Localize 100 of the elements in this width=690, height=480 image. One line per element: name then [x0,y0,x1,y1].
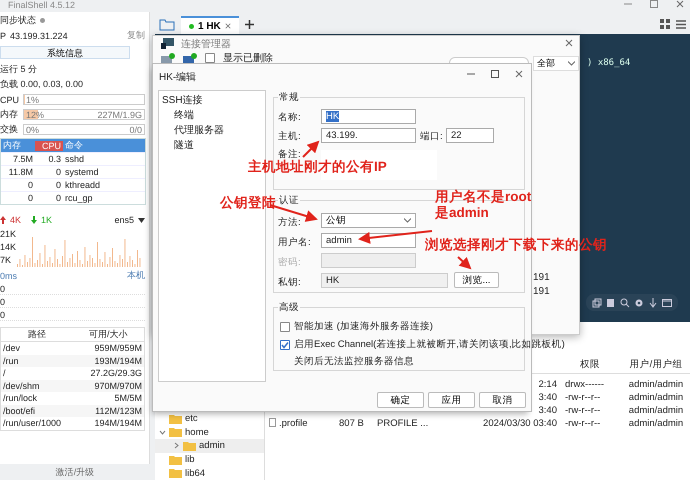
copy-icon[interactable] [592,298,602,308]
filter-dropdown[interactable]: 全部 [533,56,579,71]
close-icon[interactable] [224,23,231,29]
axis-label: 14K [0,242,14,252]
folder-icon [169,468,182,478]
browse-button[interactable]: 浏览... [454,272,499,288]
permissions-cell-text: -rw-r--r-- [564,392,602,403]
method-dropdown[interactable]: 公钥 [321,213,416,228]
activate-link[interactable]: 激活/升级 [56,467,94,477]
table-cell-text: 0 [54,167,62,177]
meter-label: 内存 [0,108,19,121]
system-info-button[interactable]: 系统信息 [0,46,130,59]
maximize-icon[interactable] [650,0,658,8]
table-cell-text: kthreadd [64,180,102,190]
dialog-title: HK-编辑 [159,70,196,84]
table-cell: 193M/194M [94,356,142,366]
chevron-icon [568,61,575,66]
checkbox[interactable] [205,53,215,63]
session-tab[interactable]: 1 HK [181,16,239,34]
dialog-button[interactable]: 确定 [377,392,424,408]
down-arrow-icon[interactable] [648,298,658,308]
ping-value: 0 [0,297,145,308]
folder-tree-item[interactable]: lib [155,452,264,466]
folder-tree-item[interactable]: etc [155,412,264,426]
dropdown-caret-icon[interactable] [138,218,145,222]
window-title: 连接管理器 [181,38,231,51]
table-cell: /run/user/1000 [3,418,62,428]
modified-time: 2024/03/30 03:40 [483,418,557,429]
table-cell: 194M/194M [94,418,142,428]
table-cell-text: 11.8M [8,167,34,177]
permissions-cell-text: drwx------ [564,379,606,390]
column-header[interactable]: 用户/用户组 [623,358,689,371]
settings-icon[interactable] [634,298,644,308]
permissions-cell-text: -rw-r--r-- [564,418,602,429]
tree-item[interactable]: 代理服务器 [162,123,262,137]
annotation-arrow [302,140,320,158]
add-server-icon[interactable] [161,53,175,63]
table-cell-text: systemd [64,167,100,177]
table-cell-text: 0.3 [47,154,62,164]
close-icon[interactable] [515,70,523,78]
uptime-text: 运行 5 分 [0,63,38,76]
meter-detail: 0/0 [129,124,142,134]
password-field[interactable] [321,253,416,268]
dialog-button[interactable]: 应用 [428,392,475,408]
column-header[interactable]: CPU [35,140,63,150]
search-icon[interactable] [620,298,630,308]
grid-icon[interactable] [660,19,670,29]
window-icon[interactable] [662,298,672,308]
terminal-line: ) x86_64 [587,58,632,68]
load-text: 负载 0.00, 0.03, 0.00 [0,78,84,91]
modified-time: 3:40 [538,405,557,416]
folder-tree-item[interactable]: admin [155,439,264,453]
modified-time: 2:14 [538,379,557,390]
add-folder-icon[interactable] [183,53,197,63]
private-key-field[interactable]: HK [321,273,448,288]
meter-label: CPU [0,94,20,104]
table-cell: 970M/970M [94,380,142,391]
tree-item[interactable]: 终端 [162,108,262,122]
meter-detail: 227M/1.9G [97,110,142,120]
ping-unit: 0ms [0,270,18,280]
app-title: FinalShell 4.5.12 [8,0,76,10]
checkbox-label: 显示已删除 [223,52,273,65]
group-title: 常规 [278,91,300,104]
table-cell: 959M/959M [94,343,142,354]
file-name[interactable]: .profile [279,418,308,429]
close-icon[interactable] [676,0,684,8]
tree-item[interactable]: SSH连接 [162,93,262,107]
folder-icon[interactable] [159,19,175,31]
field-label: 私钥: [278,276,301,289]
download-speed: 1K [41,215,52,225]
table-cell: /boot/efi [3,406,36,416]
column-header: 路径 [26,328,47,341]
option-label: 启用Exec Channel(若连接上就被断开,请关闭该项,比如跳板机) [294,338,565,351]
tree-item[interactable]: 隧道 [162,138,262,152]
owner-cell-text: admin/admin [628,405,684,416]
field-label: 密码: [278,256,301,269]
close-icon[interactable] [565,39,573,47]
owner-cell-text: admin/admin [628,418,684,429]
column-header[interactable]: 权限 [557,358,623,371]
plus-icon[interactable] [244,20,254,29]
copy-link[interactable]: 复制 [127,29,145,42]
table-cell: /run [3,356,19,366]
meter-reading: 0% [26,124,40,134]
table-cell: /dev/shm [3,380,40,391]
file-type: PROFILE ... [377,418,428,429]
host-field[interactable]: 43.199. [321,128,416,143]
name-field[interactable]: HK [321,109,416,124]
checkbox[interactable] [280,340,290,350]
axis-label: 7K [0,255,12,266]
interface-name[interactable]: ens5 [114,215,134,225]
folder-tree-item[interactable]: home [155,426,264,440]
folder-tree-item[interactable]: lib64 [155,466,264,480]
maximize-icon[interactable] [491,70,499,78]
owner-cell-text: admin/admin [628,379,684,390]
menu-icon[interactable] [676,20,686,29]
port-field[interactable]: 22 [446,128,494,143]
checkbox[interactable] [280,322,290,332]
dialog-button[interactable]: 取消 [479,392,526,408]
ping-host[interactable]: 本机 [127,269,145,282]
table-cell-text: 7.5M [12,154,34,164]
